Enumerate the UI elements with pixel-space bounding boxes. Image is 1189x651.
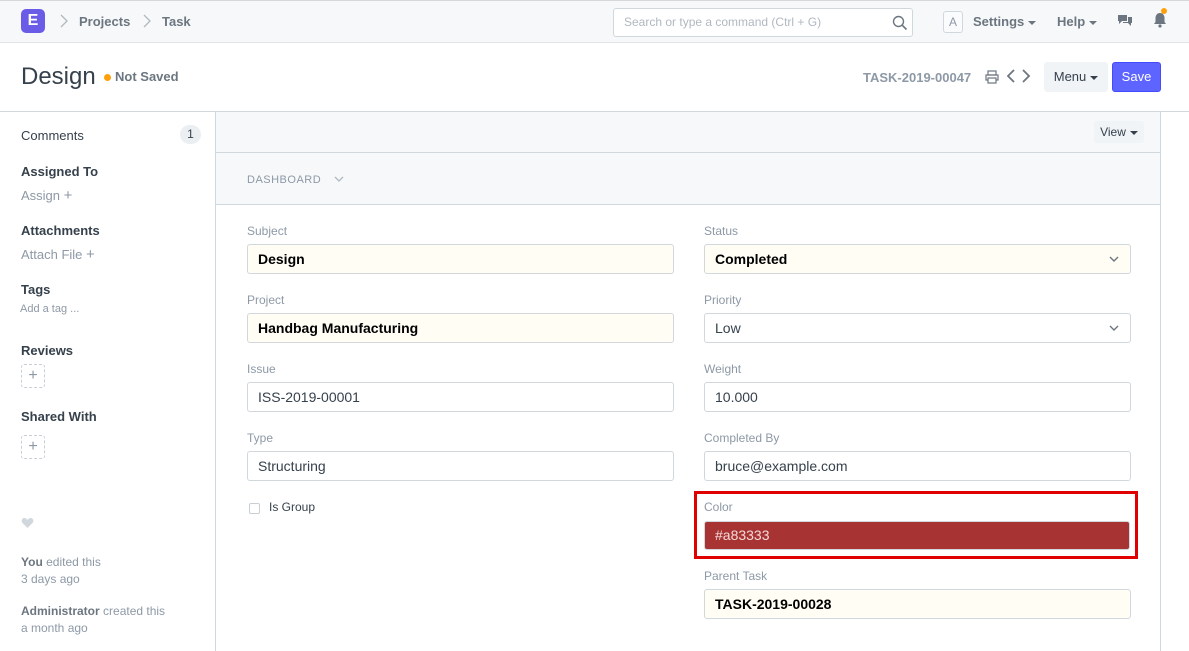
menu-button[interactable]: Menu [1044, 62, 1108, 92]
shared-with-label: Shared With [21, 409, 97, 424]
caret-down-icon [1129, 130, 1138, 135]
assign-link[interactable]: Assign + [21, 187, 72, 204]
assigned-to-label: Assigned To [21, 164, 99, 179]
is-group-checkbox[interactable] [249, 503, 260, 514]
breadcrumb-projects[interactable]: Projects [79, 14, 130, 29]
parent-task-label: Parent Task [704, 569, 768, 583]
caret-down-icon [1028, 20, 1037, 25]
chevron-down-icon[interactable] [333, 174, 345, 184]
user-avatar[interactable]: A [943, 11, 963, 33]
caret-down-icon [1090, 75, 1099, 80]
document-name: TASK-2019-00047 [863, 70, 972, 85]
completed-by-label: Completed By [704, 431, 780, 445]
settings-dropdown[interactable]: Settings [973, 14, 1037, 29]
parent-task-input[interactable]: TASK-2019-00028 [704, 589, 1131, 619]
help-dropdown[interactable]: Help [1057, 14, 1098, 29]
awesomebar[interactable] [613, 8, 913, 37]
is-group-label: Is Group [269, 500, 316, 514]
view-label: View [1100, 125, 1126, 139]
settings-label: Settings [973, 14, 1025, 29]
add-share-button[interactable]: + [21, 435, 45, 459]
priority-label: Priority [704, 293, 742, 307]
form-sidebar: Comments 1 Assigned To Assign + Attachme… [0, 112, 216, 651]
attachments-label: Attachments [21, 223, 100, 238]
caret-down-icon [1089, 20, 1098, 25]
tags-label: Tags [21, 282, 51, 297]
priority-value: Low [715, 320, 741, 336]
activity-item: You edited this [21, 555, 101, 569]
weight-input[interactable]: 10.000 [704, 382, 1131, 412]
add-review-button[interactable]: + [21, 364, 45, 388]
color-label: Color [704, 500, 733, 514]
weight-label: Weight [704, 362, 742, 376]
activity-user: You [21, 555, 43, 569]
form-layout: View DASHBOARD Subject Design Project Ha… [216, 112, 1161, 651]
activity-action: created this [99, 604, 166, 618]
plus-icon: + [63, 187, 73, 204]
activity-time: 3 days ago [21, 572, 80, 586]
issue-input[interactable]: ISS-2019-00001 [247, 382, 674, 412]
type-label: Type [247, 431, 274, 445]
page-title: Design [21, 63, 96, 90]
project-label: Project [247, 293, 285, 307]
activity-user: Administrator [21, 604, 100, 618]
plus-icon: + [28, 438, 38, 455]
search-input[interactable] [624, 15, 884, 29]
dashboard-section[interactable]: DASHBOARD [216, 153, 1160, 205]
form-toolbar: View [216, 112, 1160, 153]
dashboard-label: DASHBOARD [247, 174, 322, 186]
heart-icon[interactable] [21, 517, 34, 529]
comments-label[interactable]: Comments [21, 128, 84, 143]
notification-dot [1161, 8, 1167, 14]
search-icon[interactable] [892, 15, 908, 31]
attach-file-link[interactable]: Attach File + [21, 246, 95, 263]
color-input[interactable]: #a83333 [704, 521, 1130, 550]
menu-label: Menu [1053, 69, 1087, 84]
save-button[interactable]: Save [1112, 62, 1161, 92]
reviews-label: Reviews [21, 343, 74, 358]
activity-action: edited this [42, 555, 101, 569]
subject-input[interactable]: Design [247, 244, 674, 274]
status-value: Completed [715, 251, 788, 267]
completed-by-input[interactable]: bruce@example.com [704, 451, 1131, 481]
status-indicator: Not Saved [115, 69, 179, 84]
priority-select[interactable]: Low [704, 313, 1131, 343]
chevron-right-icon [143, 14, 151, 28]
page-head: Design Not Saved TASK-2019-00047 Menu Sa… [0, 43, 1189, 112]
assign-link-label: Assign [21, 188, 61, 203]
chevron-right-icon [60, 14, 68, 28]
chevron-left-icon[interactable] [1006, 69, 1016, 83]
issue-label: Issue [247, 362, 276, 376]
help-label: Help [1057, 14, 1086, 29]
project-input[interactable]: Handbag Manufacturing [247, 313, 674, 343]
app-logo[interactable]: E [21, 9, 45, 33]
subject-label: Subject [247, 224, 288, 238]
chat-icon[interactable] [1117, 13, 1133, 29]
status-select[interactable]: Completed [704, 244, 1131, 274]
chevron-down-icon [1109, 325, 1119, 331]
chevron-down-icon [1109, 256, 1119, 262]
view-dropdown[interactable]: View [1094, 121, 1144, 143]
activity-time: a month ago [21, 621, 88, 635]
print-icon[interactable] [985, 70, 999, 84]
breadcrumb-task[interactable]: Task [162, 14, 191, 29]
status-label: Status [704, 224, 739, 238]
bell-icon[interactable] [1153, 12, 1167, 28]
comments-count-badge: 1 [180, 125, 201, 144]
navbar: E Projects Task A Settings Help [0, 0, 1189, 43]
status-dot [104, 74, 111, 81]
add-tag-link[interactable]: Add a tag ... [20, 303, 79, 315]
plus-icon: + [28, 367, 38, 384]
attach-file-label: Attach File [21, 247, 83, 262]
chevron-right-icon[interactable] [1021, 69, 1031, 83]
type-input[interactable]: Structuring [247, 451, 674, 481]
activity-item: Administrator created this [21, 604, 165, 618]
plus-icon: + [86, 246, 95, 263]
